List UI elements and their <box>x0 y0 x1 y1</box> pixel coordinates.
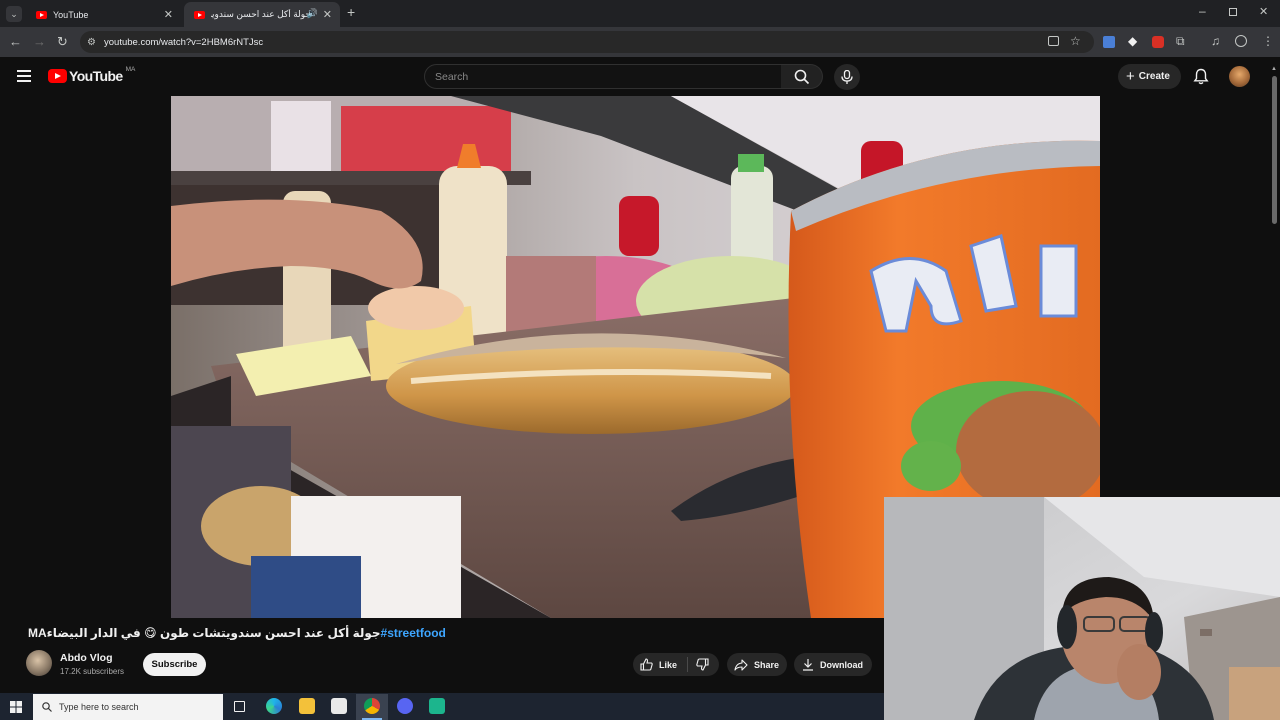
teal-app-icon[interactable] <box>429 698 445 714</box>
task-view-icon[interactable] <box>234 701 245 712</box>
media-control-icon[interactable]: ♫ <box>1211 35 1220 48</box>
reload-icon[interactable]: ↻ <box>57 35 68 48</box>
minimize-window-icon[interactable]: – <box>1199 5 1206 18</box>
search-button[interactable] <box>781 64 823 89</box>
back-icon[interactable]: ← <box>9 35 22 48</box>
subscriber-count: 17.2K subscribers <box>60 667 125 676</box>
taskbar-search-placeholder: Type here to search <box>59 702 139 712</box>
chrome-browser-icon[interactable] <box>364 698 380 714</box>
restore-window-icon[interactable] <box>1229 8 1237 16</box>
close-tab-icon[interactable]: ✕ <box>164 8 173 21</box>
browser-menu-icon[interactable]: ⋮ <box>1262 35 1274 48</box>
file-explorer-icon[interactable] <box>299 698 315 714</box>
guide-menu-icon[interactable] <box>17 70 31 82</box>
webcam-overlay <box>884 497 1280 720</box>
download-label: Download <box>820 659 863 670</box>
edge-browser-icon[interactable] <box>266 698 282 714</box>
taskbar-search-input[interactable]: Type here to search <box>33 694 223 720</box>
tab-list-icon[interactable]: ⌄ <box>6 6 22 22</box>
channel-avatar[interactable] <box>26 650 52 676</box>
youtube-favicon-icon <box>36 10 47 19</box>
extension-red-icon[interactable] <box>1152 36 1164 48</box>
profile-icon[interactable] <box>1235 35 1247 47</box>
bookmark-star-icon[interactable]: ☆ <box>1070 35 1081 48</box>
tab-title: YouTube <box>53 9 89 20</box>
discord-app-icon[interactable] <box>397 698 413 714</box>
share-label: Share <box>754 659 780 670</box>
share-button[interactable]: Share <box>727 653 787 676</box>
microphone-icon <box>841 70 853 84</box>
site-info-icon[interactable]: ⚙ <box>87 36 96 49</box>
youtube-logo[interactable]: YouTube MA <box>48 65 136 84</box>
thumbs-down-icon[interactable] <box>696 658 709 671</box>
create-button[interactable]: + Create <box>1118 64 1181 89</box>
forward-icon[interactable]: → <box>33 35 46 48</box>
subscribe-button[interactable]: Subscribe <box>143 653 206 676</box>
share-arrow-icon <box>734 658 748 671</box>
tab-title: جولة أكل عند احسن سندويت... <box>211 9 311 19</box>
new-tab-icon[interactable]: + <box>347 5 355 19</box>
youtube-wordmark: YouTube <box>69 68 123 84</box>
youtube-favicon-icon <box>194 10 205 19</box>
search-input[interactable]: Search <box>424 64 782 89</box>
webcam-frame <box>884 497 1280 720</box>
download-button[interactable]: Download <box>794 653 872 676</box>
close-window-icon[interactable]: ✕ <box>1259 6 1268 19</box>
scrollbar-thumb[interactable] <box>1272 76 1277 224</box>
download-icon <box>803 659 813 671</box>
microsoft-store-icon[interactable] <box>331 698 347 714</box>
like-label: Like <box>659 659 678 670</box>
thumbs-up-icon <box>640 658 653 671</box>
region-code: MA <box>125 65 136 73</box>
voice-search-button[interactable] <box>834 64 860 90</box>
windows-start-icon[interactable] <box>10 701 22 713</box>
search-icon <box>794 69 810 85</box>
url-text: youtube.com/watch?v=2HBM6rNTJsc <box>104 37 264 48</box>
hashtag-link[interactable]: #streetfood <box>381 626 446 640</box>
video-title-text: MAجولة أكل عند احسن سندويتشات طون 😋 في ا… <box>28 626 381 640</box>
install-app-icon[interactable] <box>1048 36 1059 46</box>
close-tab-icon[interactable]: ✕ <box>323 8 332 21</box>
translate-extension-icon[interactable] <box>1103 36 1115 48</box>
tab-video[interactable]: جولة أكل عند احسن سندويت... 🔊 ✕ <box>184 2 340 27</box>
tab-youtube-home[interactable]: YouTube ✕ <box>26 2 181 27</box>
extension-diamond-icon[interactable]: ◆ <box>1128 35 1137 48</box>
create-label: Create <box>1138 71 1170 82</box>
account-avatar[interactable] <box>1229 66 1250 87</box>
subscribe-label: Subscribe <box>151 659 198 670</box>
youtube-play-icon <box>48 69 67 83</box>
like-button[interactable]: Like <box>633 653 687 676</box>
channel-name[interactable]: Abdo Vlog <box>60 652 113 664</box>
audio-playing-icon[interactable]: 🔊 <box>307 8 318 19</box>
like-divider <box>687 657 688 672</box>
notifications-bell-icon[interactable] <box>1193 68 1209 85</box>
page-scrollbar[interactable]: ▲ <box>1270 66 1278 226</box>
plus-icon: + <box>1126 67 1135 85</box>
extensions-puzzle-icon[interactable]: ⧉ <box>1176 35 1185 48</box>
taskbar-search-icon <box>42 702 52 712</box>
video-title: MAجولة أكل عند احسن سندويتشات طون 😋 في ا… <box>28 626 788 640</box>
search-placeholder: Search <box>435 71 469 83</box>
